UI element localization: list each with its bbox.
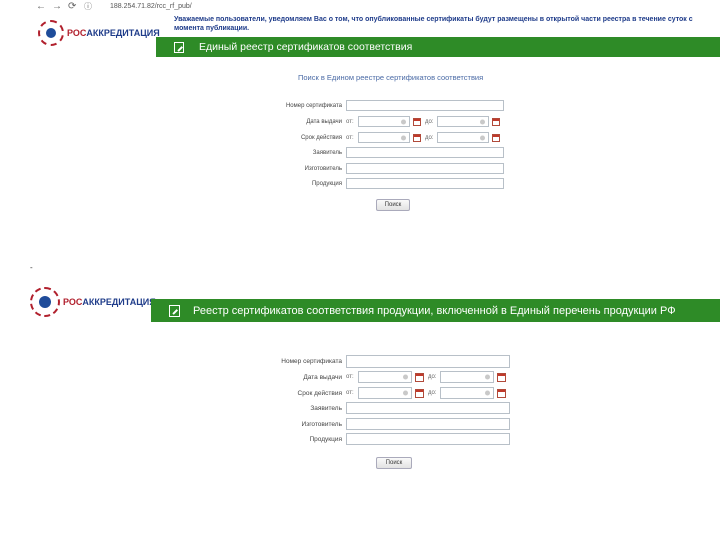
issue-date-from-input[interactable] [358, 116, 410, 127]
product-input[interactable] [346, 178, 504, 189]
clear-icon[interactable] [485, 374, 490, 380]
header-bar: Реестр сертификатов соответствия продукц… [151, 299, 720, 322]
reload-icon[interactable]: ⟳ [68, 1, 76, 13]
search-button[interactable]: Поиск [376, 457, 412, 469]
arrow-left-icon[interactable]: ← [36, 1, 46, 13]
row-issue-date: Дата выдачи от: до: [238, 371, 506, 383]
row-cert-number: Номер сертификата [240, 100, 504, 111]
applicant-input[interactable] [346, 402, 510, 414]
logo-emblem-icon [38, 20, 64, 46]
header-title: Единый реестр сертификатов соответствия [199, 41, 413, 53]
document-edit-icon [169, 304, 180, 317]
calendar-icon[interactable] [497, 372, 506, 382]
calendar-icon[interactable] [413, 133, 421, 142]
rosakkreditatsiya-logo: РОСАККРЕДИТАЦИЯ [30, 287, 156, 317]
validity-from-input[interactable] [358, 132, 410, 143]
rosakkreditatsiya-logo: РОСАККРЕДИТАЦИЯ [38, 20, 160, 46]
issue-date-from-input[interactable] [358, 371, 412, 383]
calendar-icon[interactable] [492, 117, 500, 126]
clear-icon[interactable] [480, 135, 485, 140]
calendar-icon[interactable] [497, 388, 506, 398]
issue-date-to-input[interactable] [440, 371, 494, 383]
row-product: Продукция [240, 178, 504, 189]
manufacturer-input[interactable] [346, 163, 504, 174]
validity-to-input[interactable] [440, 387, 494, 399]
row-product: Продукция [238, 433, 510, 445]
validity-to-input[interactable] [437, 132, 489, 143]
applicant-input[interactable] [346, 147, 504, 158]
calendar-icon[interactable] [415, 388, 424, 398]
row-applicant: Заявитель [238, 402, 510, 414]
row-issue-date: Дата выдачи от: до: [240, 116, 500, 127]
row-manufacturer: Изготовитель [240, 163, 504, 174]
address-bar[interactable]: 188.254.71.82/rcc_rf_pub/ [110, 1, 192, 13]
clear-icon[interactable] [401, 119, 406, 124]
document-edit-icon [174, 41, 184, 53]
clear-icon[interactable] [401, 135, 406, 140]
calendar-icon[interactable] [413, 117, 421, 126]
notice-text: Уважаемые пользователи, уведомляем Вас о… [174, 16, 693, 32]
row-applicant: Заявитель [240, 147, 504, 158]
header-title: Реестр сертификатов соответствия продукц… [193, 304, 676, 317]
row-cert-number: Номер сертификата [238, 355, 510, 368]
clear-icon[interactable] [403, 374, 408, 380]
info-icon[interactable]: ⓘ [84, 1, 92, 13]
search-button[interactable]: Поиск [376, 199, 410, 211]
logo-emblem-icon [30, 287, 60, 317]
calendar-icon[interactable] [415, 372, 424, 382]
cert-number-input[interactable] [346, 100, 504, 111]
header-bar: Единый реестр сертификатов соответствия [156, 37, 720, 57]
browser-toolbar: ← → ⟳ ⓘ 188.254.71.82/rcc_rf_pub/ [30, 0, 720, 14]
product-input[interactable] [346, 433, 510, 445]
clear-icon[interactable] [403, 390, 408, 396]
manufacturer-input[interactable] [346, 418, 510, 430]
calendar-icon[interactable] [492, 133, 500, 142]
row-manufacturer: Изготовитель [238, 418, 510, 430]
search-title: Поиск в Едином реестре сертификатов соот… [298, 73, 484, 82]
validity-from-input[interactable] [358, 387, 412, 399]
clear-icon[interactable] [480, 119, 485, 124]
arrow-right-icon[interactable]: → [52, 1, 62, 13]
cert-number-input[interactable] [346, 355, 510, 368]
separator-mark: - [30, 263, 33, 272]
row-validity: Срок действия от: до: [240, 132, 500, 143]
issue-date-to-input[interactable] [437, 116, 489, 127]
clear-icon[interactable] [485, 390, 490, 396]
row-validity: Срок действия от: до: [238, 387, 506, 399]
